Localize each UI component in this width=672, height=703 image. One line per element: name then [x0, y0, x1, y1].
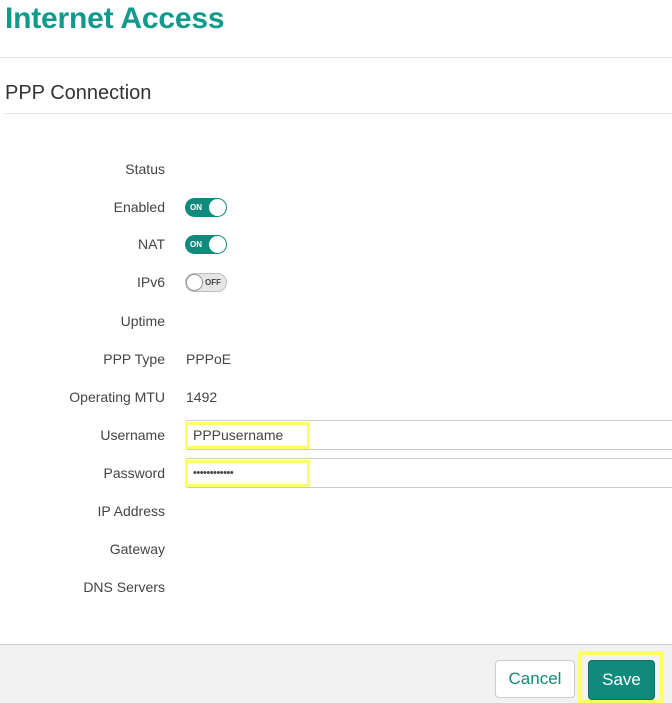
- operating-mtu-value: 1492: [186, 389, 218, 405]
- uptime-row: Uptime: [0, 306, 672, 336]
- title-divider: [0, 57, 672, 58]
- status-row: Status: [0, 154, 672, 184]
- status-label: Status: [125, 161, 165, 177]
- ip-address-row: IP Address: [0, 496, 672, 526]
- ppp-type-row: PPP Type PPPoE: [0, 344, 672, 374]
- username-row: Username PPPusername: [0, 420, 672, 450]
- enabled-toggle[interactable]: ON: [185, 198, 227, 217]
- nat-toggle[interactable]: ON: [185, 235, 227, 254]
- password-row: Password ••••••••••••: [0, 458, 672, 488]
- username-value[interactable]: PPPusername: [193, 421, 653, 449]
- page-title: Internet Access: [5, 2, 225, 35]
- username-field[interactable]: PPPusername: [185, 420, 672, 450]
- operating-mtu-label: Operating MTU: [69, 389, 165, 405]
- uptime-label: Uptime: [120, 313, 165, 329]
- nat-label: NAT: [138, 236, 165, 252]
- gateway-row: Gateway: [0, 534, 672, 564]
- dns-servers-label: DNS Servers: [83, 579, 165, 595]
- dns-servers-row: DNS Servers: [0, 572, 672, 602]
- toggle-knob: [186, 274, 203, 291]
- ppp-type-label: PPP Type: [103, 351, 165, 367]
- internet-access-page: Internet Access PPP Connection Status En…: [0, 0, 672, 703]
- form-footer: Cancel Save: [0, 644, 672, 703]
- ipv6-toggle[interactable]: OFF: [185, 273, 227, 292]
- cancel-button[interactable]: Cancel: [495, 660, 575, 698]
- password-value[interactable]: ••••••••••••: [193, 459, 653, 487]
- ppp-type-value: PPPoE: [186, 351, 232, 367]
- nat-toggle-text: ON: [190, 240, 202, 249]
- ip-address-label: IP Address: [97, 503, 165, 519]
- enabled-row: Enabled ON: [0, 192, 672, 222]
- toggle-knob: [209, 199, 226, 216]
- username-label: Username: [100, 427, 165, 443]
- password-label: Password: [103, 465, 165, 481]
- toggle-knob: [209, 236, 226, 253]
- operating-mtu-row: Operating MTU 1492: [0, 382, 672, 412]
- ipv6-label: IPv6: [136, 274, 165, 290]
- nat-row: NAT ON: [0, 229, 672, 259]
- section-divider: [5, 113, 672, 114]
- gateway-label: Gateway: [109, 541, 165, 557]
- ipv6-toggle-text: OFF: [205, 278, 221, 287]
- section-title: PPP Connection: [5, 82, 152, 104]
- enabled-label: Enabled: [113, 199, 165, 215]
- enabled-toggle-text: ON: [190, 203, 202, 212]
- save-button[interactable]: Save: [588, 660, 655, 700]
- ipv6-row: IPv6 OFF: [0, 267, 672, 297]
- password-field[interactable]: ••••••••••••: [185, 458, 672, 488]
